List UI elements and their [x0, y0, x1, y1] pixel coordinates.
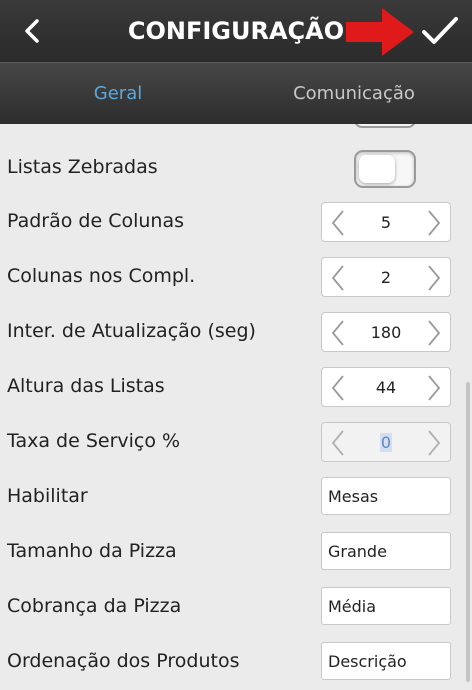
taxa-servico-stepper[interactable]: 0	[321, 422, 451, 462]
setting-row-colunas-compl: Colunas nos Compl. 2	[0, 249, 472, 304]
listas-zebradas-toggle[interactable]	[354, 150, 416, 188]
setting-row-tamanho-pizza: Tamanho da Pizza Grande	[0, 524, 472, 579]
stepper-value: 2	[380, 268, 392, 287]
select-value: Mesas	[328, 487, 379, 506]
tamanho-pizza-select[interactable]: Grande	[321, 532, 451, 570]
setting-label: Ordenação dos Produtos	[7, 650, 240, 672]
tab-comunicacao[interactable]: Comunicação	[236, 63, 472, 125]
chevron-left-icon[interactable]	[326, 209, 350, 237]
select-value: Descrição	[328, 652, 407, 671]
scrollbar[interactable]	[466, 382, 470, 682]
toggle-partial-offscreen[interactable]	[354, 124, 416, 128]
altura-listas-stepper[interactable]: 44	[321, 367, 451, 407]
chevron-right-icon[interactable]	[422, 319, 446, 347]
chevron-right-icon[interactable]	[422, 209, 446, 237]
selected-value-text: 0	[379, 433, 393, 452]
setting-row-habilitar: Habilitar Mesas	[0, 469, 472, 524]
stepper-value: 180	[370, 323, 402, 342]
stepper-value: 5	[380, 213, 392, 232]
setting-label: Colunas nos Compl.	[7, 265, 196, 287]
setting-row-padrao-colunas: Padrão de Colunas 5	[0, 194, 472, 249]
chevron-left-icon[interactable]	[326, 319, 350, 347]
check-icon	[422, 17, 458, 44]
settings-list: Listas Zebradas Padrão de Colunas 5 Colu…	[0, 124, 472, 690]
setting-label: Listas Zebradas	[7, 156, 158, 178]
chevron-right-icon[interactable]	[422, 264, 446, 292]
app-header: CONFIGURAÇÃO	[0, 0, 472, 62]
setting-label: Cobrança da Pizza	[7, 595, 182, 617]
select-value: Média	[328, 597, 377, 616]
setting-label: Inter. de Atualização (seg)	[7, 320, 256, 342]
setting-label: Tamanho da Pizza	[7, 540, 177, 562]
setting-label: Habilitar	[7, 485, 88, 507]
setting-label: Altura das Listas	[7, 375, 165, 397]
setting-label: Taxa de Serviço %	[7, 430, 181, 452]
setting-row-intervalo-atualizacao: Inter. de Atualização (seg) 180	[0, 304, 472, 359]
habilitar-select[interactable]: Mesas	[321, 477, 451, 515]
chevron-right-icon[interactable]	[422, 429, 446, 457]
select-value: Grande	[328, 542, 387, 561]
chevron-left-icon[interactable]	[326, 264, 350, 292]
setting-row-altura-listas: Altura das Listas 44	[0, 359, 472, 414]
stepper-value: 44	[375, 378, 397, 397]
tab-geral[interactable]: Geral	[0, 63, 236, 125]
chevron-right-icon[interactable]	[422, 374, 446, 402]
tab-bar: Geral Comunicação	[0, 62, 472, 124]
setting-row-ordenacao-produtos: Ordenação dos Produtos Descrição	[0, 634, 472, 689]
setting-row-cobranca-pizza: Cobrança da Pizza Média	[0, 579, 472, 634]
annotation-arrow-icon	[346, 8, 414, 56]
intervalo-atualizacao-stepper[interactable]: 180	[321, 312, 451, 352]
setting-row-listas-zebradas: Listas Zebradas	[0, 140, 472, 195]
ordenacao-produtos-select[interactable]: Descrição	[321, 642, 451, 680]
toggle-knob	[359, 155, 395, 183]
setting-row-taxa-servico: Taxa de Serviço % 0	[0, 414, 472, 469]
chevron-left-icon[interactable]	[326, 374, 350, 402]
chevron-left-icon[interactable]	[326, 429, 350, 457]
colunas-compl-stepper[interactable]: 2	[321, 257, 451, 297]
stepper-value: 0	[352, 423, 420, 463]
cobranca-pizza-select[interactable]: Média	[321, 587, 451, 625]
padrao-colunas-stepper[interactable]: 5	[321, 202, 451, 242]
setting-label: Padrão de Colunas	[7, 210, 185, 232]
confirm-button[interactable]	[418, 12, 462, 50]
